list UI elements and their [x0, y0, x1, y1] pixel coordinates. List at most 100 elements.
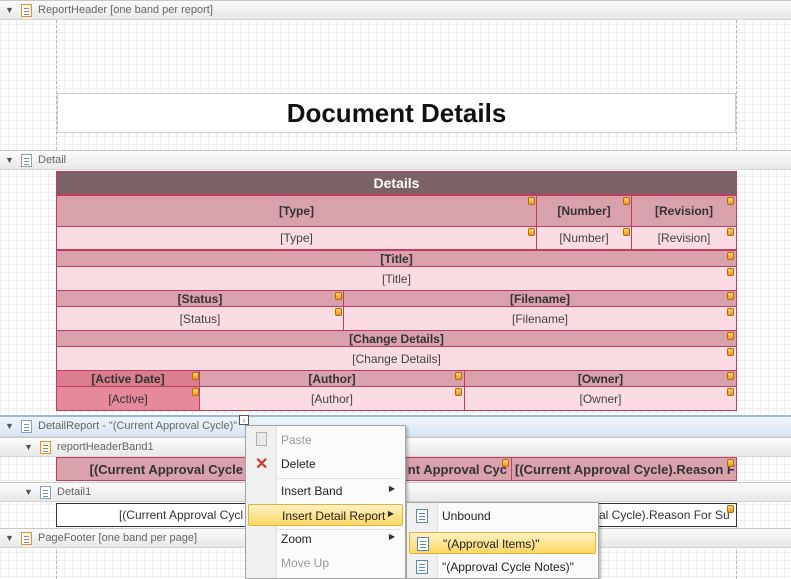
approval-detail-3: al Cycle).Reason For Su [599, 508, 730, 522]
smart-tag-icon[interactable] [455, 388, 462, 396]
number-value-cell[interactable]: [Number] [536, 226, 632, 250]
status-label-cell[interactable]: [Status] [56, 290, 344, 307]
menu-item-label: "(Approval Items)" [443, 537, 540, 551]
expand-triangle-icon[interactable]: ▼ [24, 487, 33, 497]
owner-value-cell[interactable]: [Owner] [464, 386, 737, 411]
submenu-arrow-icon: ▶ [388, 484, 395, 493]
smart-tag-icon[interactable] [727, 348, 734, 356]
approval-detail-cell-3[interactable]: al Cycle).Reason For Su [598, 503, 737, 527]
smart-tag-icon[interactable] [727, 332, 734, 340]
revision-label-cell[interactable]: [Revision] [631, 195, 737, 227]
band-detail[interactable]: ▼ Detail [0, 150, 791, 170]
band-icon [416, 560, 428, 574]
change-label: [Change Details] [349, 331, 444, 346]
band-report-header[interactable]: ▼ ReportHeader [one band per report] [0, 0, 791, 20]
menu-item-paste[interactable]: Paste [248, 429, 403, 451]
approval-header-cell-3[interactable]: [(Current Approval Cycle).Reason F [511, 457, 737, 481]
approval-header-cell-1[interactable]: [(Current Approval Cycle [56, 457, 246, 481]
menu-item-insert-band[interactable]: Insert Band ▶ [248, 480, 403, 502]
smart-tag-icon[interactable] [528, 197, 535, 205]
band-icon [21, 532, 32, 545]
revision-value: [Revision] [657, 231, 711, 245]
title-label-cell[interactable]: [Title] [56, 250, 737, 267]
change-label-cell[interactable]: [Change Details] [56, 330, 737, 347]
filename-value-cell[interactable]: [Filename] [343, 306, 737, 331]
smart-tag-icon[interactable] [727, 228, 734, 236]
menu-item-label: Unbound [442, 509, 491, 523]
smart-tag-icon[interactable] [335, 308, 342, 316]
type-value: [Type] [280, 231, 313, 245]
number-label: [Number] [557, 204, 611, 218]
type-label-cell[interactable]: [Type] [56, 195, 537, 227]
smart-tag-icon[interactable] [727, 459, 734, 467]
expand-triangle-icon[interactable]: ▼ [5, 155, 14, 165]
title-value: [Title] [382, 271, 411, 286]
report-title[interactable]: Document Details [57, 93, 736, 133]
title-label: [Title] [380, 251, 413, 266]
smart-tag-icon[interactable] [727, 388, 734, 396]
change-value-cell[interactable]: [Change Details] [56, 346, 737, 371]
submenu-item-approval-items[interactable]: "(Approval Items)" [409, 532, 596, 554]
active-date-label-cell[interactable]: [Active Date] [56, 370, 200, 387]
smart-tag-icon[interactable] [727, 197, 734, 205]
approval-detail-1: [(Current Approval Cycl [118, 508, 243, 522]
approval-detail-cell-1[interactable]: [(Current Approval Cycl [56, 503, 246, 527]
type-label: [Type] [278, 204, 315, 218]
status-value: [Status] [179, 311, 221, 326]
menu-item-zoom[interactable]: Zoom ▶ [248, 528, 403, 550]
band-title: DetailReport - "(Current Approval Cycle)… [38, 420, 238, 432]
smart-tag-icon[interactable] [623, 228, 630, 236]
owner-value: [Owner] [579, 391, 622, 406]
approval-header-1: [(Current Approval Cycle [89, 461, 243, 477]
menu-item-label: "(Approval Cycle Notes)" [442, 560, 574, 574]
smart-tag-icon[interactable] [727, 292, 734, 300]
filename-value: [Filename] [511, 311, 569, 326]
smart-tag-button[interactable]: › [239, 415, 249, 425]
expand-triangle-icon[interactable]: ▼ [5, 421, 14, 431]
details-header[interactable]: Details [56, 171, 737, 195]
band-title: Detail [38, 154, 67, 166]
owner-label-cell[interactable]: [Owner] [464, 370, 737, 387]
submenu-item-approval-cycle-notes[interactable]: "(Approval Cycle Notes)" [409, 556, 596, 578]
smart-tag-icon[interactable] [335, 292, 342, 300]
smart-tag-icon[interactable] [623, 197, 630, 205]
smart-tag-icon[interactable] [727, 372, 734, 380]
filename-label-cell[interactable]: [Filename] [343, 290, 737, 307]
smart-tag-icon[interactable] [727, 308, 734, 316]
submenu-arrow-icon: ▶ [388, 532, 395, 541]
delete-x-icon: ✕ [255, 456, 269, 473]
author-value: [Author] [310, 391, 354, 406]
number-label-cell[interactable]: [Number] [536, 195, 632, 227]
menu-item-insert-detail-report[interactable]: Insert Detail Report ▶ [248, 504, 403, 526]
details-header-text: Details [373, 175, 420, 191]
menu-item-move-up[interactable]: Move Up [248, 552, 403, 574]
smart-tag-icon[interactable] [727, 505, 734, 513]
active-value: [Active] [108, 391, 148, 406]
expand-triangle-icon[interactable]: ▼ [5, 5, 14, 15]
active-value-cell[interactable]: [Active] [56, 386, 200, 411]
smart-tag-icon[interactable] [502, 459, 509, 467]
menu-item-delete[interactable]: ✕ Delete [248, 453, 403, 475]
smart-tag-icon[interactable] [727, 268, 734, 276]
submenu-item-unbound[interactable]: Unbound [409, 505, 596, 527]
expand-triangle-icon[interactable]: ▼ [24, 442, 33, 452]
author-value-cell[interactable]: [Author] [199, 386, 465, 411]
type-value-cell[interactable]: [Type] [56, 226, 537, 250]
paste-icon [256, 432, 267, 446]
smart-tag-icon[interactable] [192, 372, 199, 380]
band-title: reportHeaderBand1 [57, 441, 154, 453]
approval-header-cell-2[interactable]: nt Approval Cyc [404, 457, 512, 481]
filename-label: [Filename] [509, 291, 570, 306]
smart-tag-icon[interactable] [727, 252, 734, 260]
smart-tag-icon[interactable] [455, 372, 462, 380]
approval-header-2: nt Approval Cyc [407, 461, 507, 477]
smart-tag-icon[interactable] [192, 388, 199, 396]
status-value-cell[interactable]: [Status] [56, 306, 344, 331]
author-label: [Author] [308, 371, 356, 386]
expand-triangle-icon[interactable]: ▼ [5, 533, 14, 543]
title-value-cell[interactable]: [Title] [56, 266, 737, 291]
smart-tag-icon[interactable] [528, 228, 535, 236]
menu-separator [278, 478, 401, 479]
revision-value-cell[interactable]: [Revision] [631, 226, 737, 250]
author-label-cell[interactable]: [Author] [199, 370, 465, 387]
